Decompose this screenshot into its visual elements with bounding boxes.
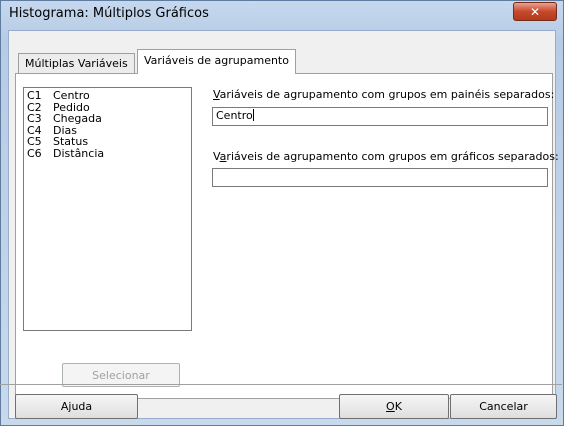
panels-grouping-input[interactable]: Centro (212, 107, 548, 126)
cancel-button-label: Cancelar (479, 400, 528, 413)
title-bar[interactable]: Histograma: Múltiplos Gráficos ✕ (1, 1, 563, 29)
panels-grouping-value: Centro (216, 109, 253, 122)
graphs-field-label: Variáveis de agrupamento com grupos em g… (213, 150, 559, 163)
graphs-grouping-input[interactable] (212, 168, 548, 187)
list-item[interactable]: C2 Pedido (27, 101, 191, 114)
variables-listbox[interactable]: C1 Centro C2 Pedido C3 Chegada C4 Dias C5 Sta… (23, 87, 192, 331)
window-title: Histograma: Múltiplos Gráficos (9, 6, 209, 21)
close-icon: ✕ (529, 4, 541, 19)
help-button-label: Ajuda (60, 400, 93, 413)
graphs-label-first: V (213, 150, 220, 163)
cancel-button[interactable]: Cancelar (450, 394, 557, 419)
panels-field-label: Variáveis de agrupamento com grupos em p… (213, 88, 554, 101)
dialog-client-area: Múltiplas Variáveis Variáveis de agrupam… (8, 30, 559, 419)
ok-button[interactable]: OK (339, 394, 449, 419)
tab-label: Múltiplas Variáveis (25, 57, 128, 70)
select-button-label: Selecionar (92, 368, 150, 382)
tab-label: Variáveis de agrupamento (144, 54, 289, 67)
dialog-window: Histograma: Múltiplos Gráficos ✕ Múltipl… (0, 0, 564, 426)
column-id: C3 (27, 112, 42, 125)
panels-label-text: ariáveis de agrupamento com grupos em pa… (219, 88, 555, 101)
column-id: C5 (27, 135, 42, 148)
list-item[interactable]: C1 Centro (27, 90, 191, 102)
tab-panel: C1 Centro C2 Pedido C3 Chegada C4 Dias C5 Sta… (15, 73, 559, 399)
list-item[interactable]: C3 Chegada (27, 113, 191, 125)
graphs-label-text: riáveis de agrupamento com grupos em grá… (226, 150, 559, 163)
list-item[interactable]: C6 Distância (27, 146, 191, 160)
help-button[interactable]: Ajuda (15, 394, 138, 419)
ok-label-rest: K (394, 400, 402, 413)
ok-button-label: OK (386, 400, 402, 413)
list-item[interactable]: C4 Dias (27, 124, 191, 137)
tab-variaveis-de-agrupamento[interactable]: Variáveis de agrupamento (137, 49, 296, 74)
footer-divider (0, 384, 562, 385)
close-button[interactable]: ✕ (513, 2, 557, 21)
column-name: Distância (53, 146, 105, 160)
text-caret (252, 109, 254, 121)
column-id: C6 (27, 146, 42, 160)
list-item[interactable]: C5 Status (27, 136, 191, 148)
panels-label-mnemonic: V (213, 88, 220, 101)
column-id: C1 (27, 89, 42, 102)
tab-multiplas-variaveis[interactable]: Múltiplas Variáveis (18, 53, 135, 73)
ok-mnemonic: O (386, 400, 395, 413)
